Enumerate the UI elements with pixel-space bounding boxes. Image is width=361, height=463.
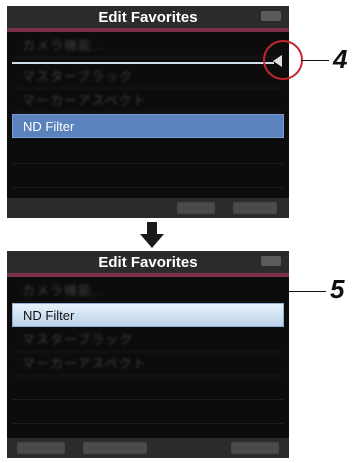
callout-number-5: 5 (330, 274, 345, 304)
favorites-screen-before: Edit Favorites カメラ機能... マスターブラック マーカーアスペ… (7, 6, 289, 218)
title-bar: Edit Favorites (7, 6, 289, 28)
back-button[interactable] (261, 11, 281, 21)
screen-title: Edit Favorites (98, 253, 198, 271)
title-accent-line (7, 273, 289, 277)
move-hint (177, 202, 215, 214)
back-button[interactable] (261, 256, 281, 266)
callout-number-4: 4 (333, 44, 348, 74)
list-item[interactable]: マーカーアスペクト (12, 352, 284, 376)
list-item-selected[interactable]: ND Filter (12, 114, 284, 138)
down-arrow-icon (140, 222, 164, 248)
set-hint (233, 202, 277, 214)
list-item[interactable]: カメラ機能... (12, 34, 284, 58)
list-item[interactable]: マスターブラック (12, 328, 284, 352)
list-item-empty (12, 164, 284, 188)
operation-guide-bar (7, 438, 289, 458)
set-hint (231, 442, 279, 454)
operation-guide-bar (7, 198, 289, 218)
title-accent-line (7, 28, 289, 32)
move-hint (83, 442, 147, 454)
insert-position-line (12, 62, 274, 64)
list-item-empty (12, 376, 284, 400)
favorites-screen-after: Edit Favorites カメラ機能... ND Filter マスターブラ… (7, 251, 289, 458)
list-item-empty (12, 140, 284, 164)
cancel-hint (17, 442, 65, 454)
list-item[interactable]: カメラ機能... (12, 279, 284, 303)
list-item[interactable]: マスターブラック (12, 65, 284, 89)
highlight-circle (263, 40, 303, 80)
list-item-selected[interactable]: ND Filter (12, 303, 284, 327)
screen-title: Edit Favorites (98, 8, 198, 26)
list-item-empty (12, 400, 284, 424)
callout-line-4 (301, 60, 329, 61)
title-bar: Edit Favorites (7, 251, 289, 273)
list-item[interactable]: マーカーアスペクト (12, 89, 284, 113)
callout-line-5 (288, 291, 326, 292)
